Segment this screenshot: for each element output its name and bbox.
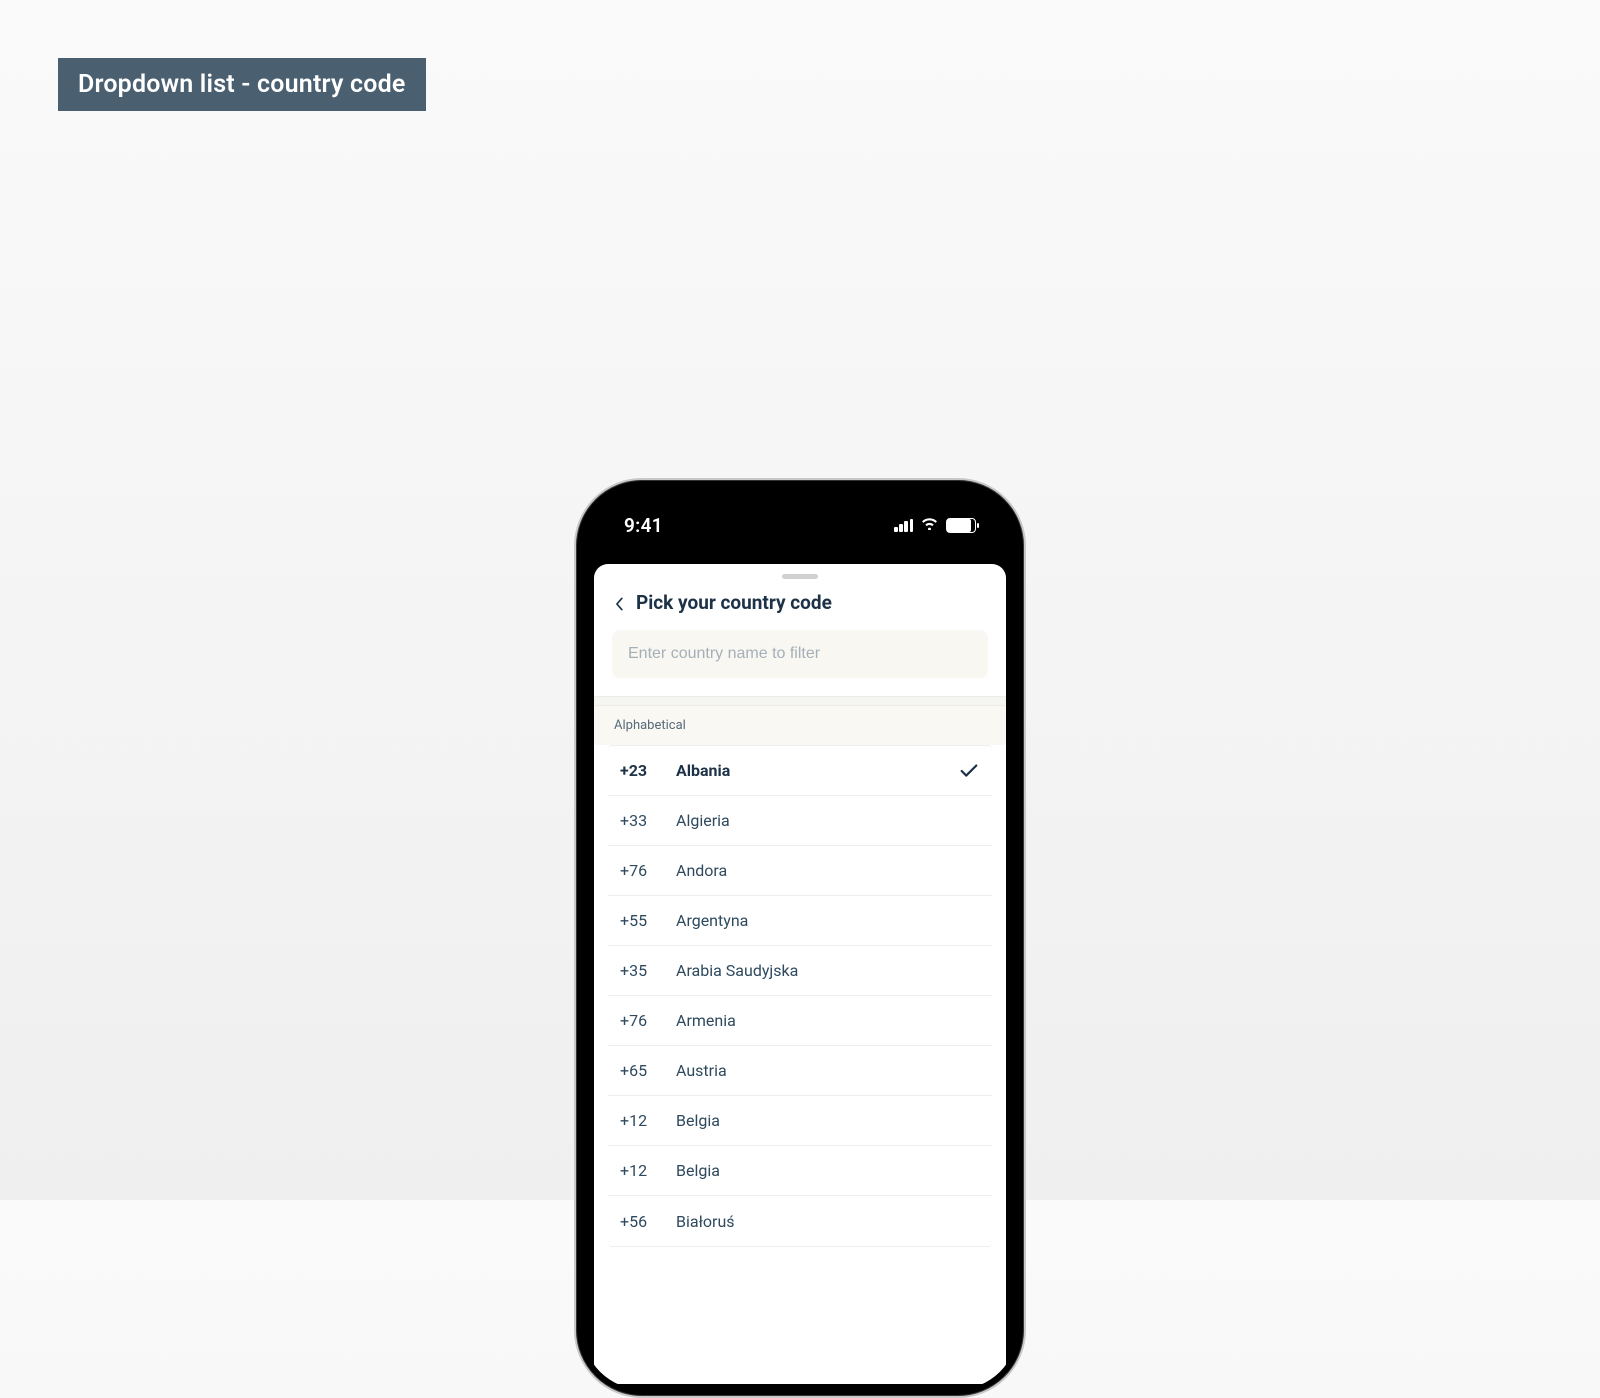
country-name: Białoruś [676, 1212, 980, 1231]
country-code: +65 [620, 1061, 676, 1080]
country-code: +23 [620, 761, 676, 780]
country-name: Belgia [676, 1161, 980, 1180]
country-code: +76 [620, 1011, 676, 1030]
phone-frame: 9:41 Pick your country code Alp [574, 478, 1026, 1398]
page-title-label: Dropdown list - country code [58, 58, 426, 111]
country-row[interactable]: +33Algieria [608, 796, 992, 846]
country-row[interactable]: +12Belgia [608, 1146, 992, 1196]
country-code: +12 [620, 1111, 676, 1130]
wifi-icon [920, 516, 939, 534]
country-name: Andora [676, 861, 980, 880]
country-row[interactable]: +65Austria [608, 1046, 992, 1096]
country-name: Austria [676, 1061, 980, 1080]
country-name: Albania [676, 761, 958, 780]
country-code: +33 [620, 811, 676, 830]
section-divider [594, 696, 1006, 706]
sheet-header: Pick your country code [594, 579, 1006, 620]
back-icon[interactable] [612, 596, 626, 610]
country-name: Arabia Saudyjska [676, 961, 980, 980]
section-label: Alphabetical [594, 706, 1006, 745]
battery-icon [946, 518, 976, 533]
dropdown-sheet: Pick your country code Alphabetical +23A… [594, 564, 1006, 1384]
country-code: +56 [620, 1212, 676, 1231]
country-row[interactable]: +56Białoruś [608, 1196, 992, 1246]
search-input[interactable] [628, 645, 972, 663]
country-code: +12 [620, 1161, 676, 1180]
sheet-title: Pick your country code [636, 591, 832, 614]
country-name: Argentyna [676, 911, 980, 930]
country-code: +35 [620, 961, 676, 980]
country-name: Armenia [676, 1011, 980, 1030]
country-name: Algieria [676, 811, 980, 830]
signal-icon [894, 519, 913, 532]
country-row[interactable]: +35Arabia Saudyjska [608, 946, 992, 996]
country-row[interactable]: +76Andora [608, 846, 992, 896]
search-field[interactable] [612, 630, 988, 678]
country-code: +76 [620, 861, 676, 880]
country-row[interactable]: +55Argentyna [608, 896, 992, 946]
country-row[interactable]: +23Albania [608, 746, 992, 796]
check-icon [958, 760, 980, 782]
country-code: +55 [620, 911, 676, 930]
country-name: Belgia [676, 1111, 980, 1130]
country-list: +23Albania+33Algieria+76Andora+55Argenty… [608, 745, 992, 1247]
status-bar: 9:41 [582, 486, 1018, 564]
status-time: 9:41 [624, 514, 663, 537]
phone-screen: 9:41 Pick your country code Alp [582, 486, 1018, 1390]
country-row[interactable]: +76Armenia [608, 996, 992, 1046]
country-row[interactable]: +12Belgia [608, 1096, 992, 1146]
status-indicators [894, 516, 976, 534]
